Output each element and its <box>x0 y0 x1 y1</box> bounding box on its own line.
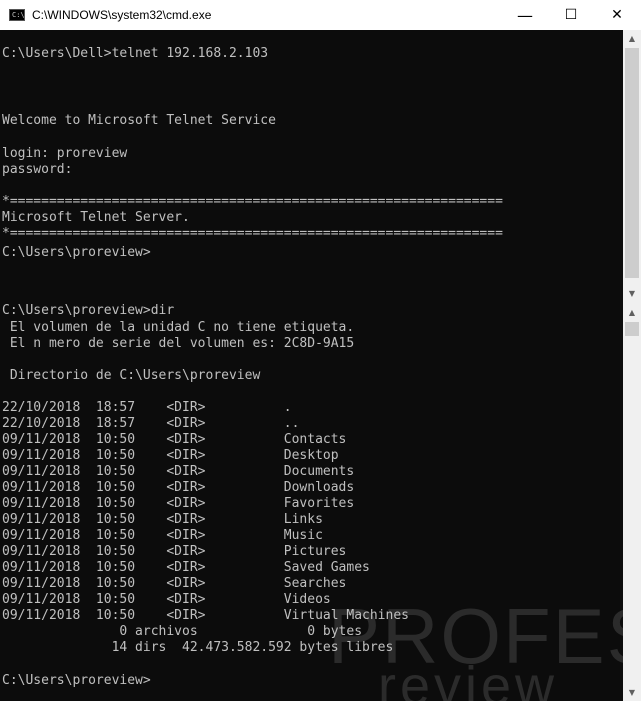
console-line: 09/11/2018 10:50 <DIR> Links <box>2 512 323 527</box>
minimize-icon: — <box>517 5 533 25</box>
console-line: 09/11/2018 10:50 <DIR> Music <box>2 528 323 543</box>
console-line: 09/11/2018 10:50 <DIR> Saved Games <box>2 560 370 575</box>
window-title: C:\WINDOWS\system32\cmd.exe <box>32 8 212 22</box>
console-line: 09/11/2018 10:50 <DIR> Videos <box>2 592 331 607</box>
console-line: 09/11/2018 10:50 <DIR> Documents <box>2 464 355 479</box>
top-scrollbar[interactable]: ▲ ▼ <box>623 30 641 301</box>
close-icon: ✕ <box>611 7 623 23</box>
console-line: *=======================================… <box>2 194 503 209</box>
console-line: 09/11/2018 10:50 <DIR> Virtual Machines <box>2 608 409 623</box>
console-line: 09/11/2018 10:50 <DIR> Downloads <box>2 480 355 495</box>
console-top-pane[interactable]: C:\Users\Dell>telnet 192.168.2.103 Welco… <box>0 30 623 301</box>
title-bar[interactable]: C:\ C:\WINDOWS\system32\cmd.exe — ☐ ✕ <box>0 0 641 30</box>
scroll-thumb[interactable] <box>625 48 639 278</box>
console-line: C:\Users\proreview>dir <box>2 303 175 318</box>
watermark-logo-sub: review <box>378 656 559 701</box>
close-button[interactable]: ✕ <box>594 0 640 30</box>
console-line: Welcome to Microsoft Telnet Service <box>2 113 276 128</box>
maximize-icon: ☐ <box>564 7 578 23</box>
scroll-down-icon[interactable]: ▼ <box>623 684 641 700</box>
cmd-icon: C:\ <box>9 9 25 21</box>
console-line: 09/11/2018 10:50 <DIR> Desktop <box>2 448 339 463</box>
console-line: 22/10/2018 18:57 <DIR> .. <box>2 416 300 431</box>
console-line: C:\Users\Dell>telnet 192.168.2.103 <box>2 46 269 61</box>
console-line: 14 dirs 42.473.582.592 bytes libres <box>2 640 394 655</box>
scroll-up-icon[interactable]: ▲ <box>623 30 641 46</box>
console-line: login: proreview <box>2 146 128 161</box>
maximize-button[interactable]: ☐ <box>548 0 594 30</box>
console-line: password: <box>2 162 73 177</box>
scroll-thumb[interactable] <box>625 322 639 336</box>
console-line: 22/10/2018 18:57 <DIR> . <box>2 400 292 415</box>
console-line: C:\Users\proreview> <box>2 673 151 688</box>
console-line: *=======================================… <box>2 226 503 241</box>
console-line: 09/11/2018 10:50 <DIR> Favorites <box>2 496 355 511</box>
console-line: El volumen de la unidad C no tiene etiqu… <box>2 320 355 335</box>
console-line: 09/11/2018 10:50 <DIR> Searches <box>2 576 347 591</box>
scroll-up-icon[interactable]: ▲ <box>623 304 641 320</box>
console-line: C:\Users\proreview> <box>2 245 151 260</box>
bottom-scrollbar[interactable]: ▲ ▼ <box>623 304 641 701</box>
minimize-button[interactable]: — <box>502 0 548 30</box>
console-bottom-pane[interactable]: PROFESIONAL review C:\Users\proreview>di… <box>0 301 623 701</box>
console-line: Microsoft Telnet Server. <box>2 210 190 225</box>
console-line: Directorio de C:\Users\proreview <box>2 368 261 383</box>
console-line: 09/11/2018 10:50 <DIR> Pictures <box>2 544 347 559</box>
console-line: 0 archivos 0 bytes <box>2 624 363 639</box>
watermark-logo: PROFESIONAL <box>328 592 623 680</box>
console-line: 09/11/2018 10:50 <DIR> Contacts <box>2 432 347 447</box>
scroll-down-icon[interactable]: ▼ <box>623 285 641 301</box>
console-line: El n mero de serie del volumen es: 2C8D-… <box>2 336 355 351</box>
